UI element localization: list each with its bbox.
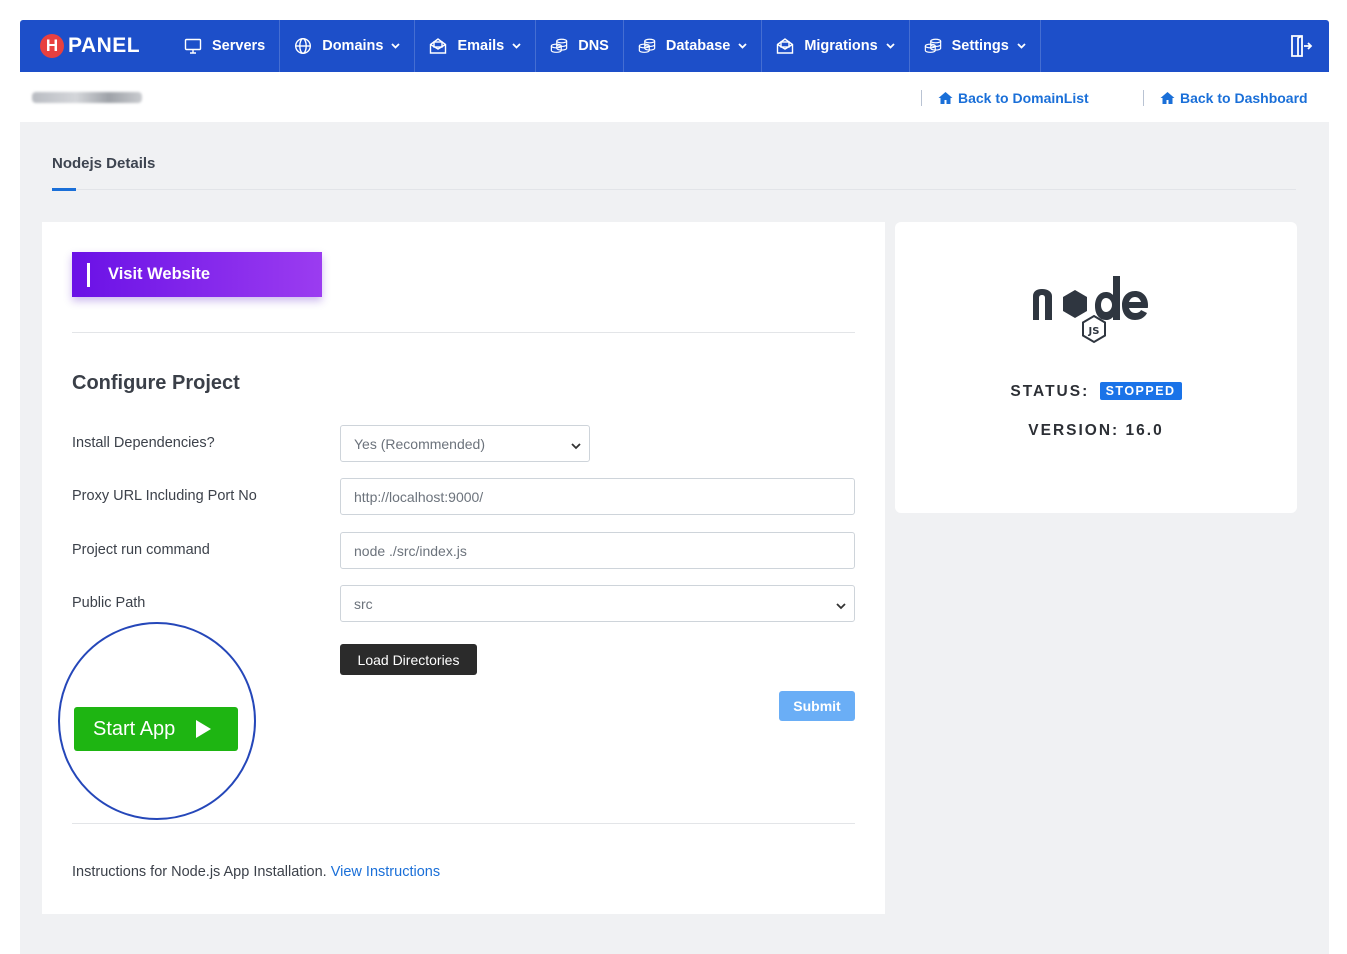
button-accent-bar	[87, 262, 90, 287]
install-dependencies-label: Install Dependencies?	[72, 435, 215, 451]
envelope-icon	[776, 37, 794, 55]
nav-dns-label: DNS	[578, 38, 609, 54]
start-app-label: Start App	[93, 717, 176, 740]
nav-emails[interactable]: Emails	[415, 20, 537, 72]
brand-name: PANEL	[68, 34, 141, 57]
home-icon	[1160, 91, 1175, 105]
brand-logo[interactable]: H PANEL	[20, 20, 170, 72]
nav-domains[interactable]: Domains	[280, 20, 416, 72]
nodejs-logo-icon: JS	[1031, 270, 1161, 352]
divider	[1143, 90, 1144, 106]
nav-domains-label: Domains	[322, 38, 384, 54]
database-stack-icon	[550, 37, 568, 55]
globe-icon	[294, 37, 312, 55]
tab-divider	[52, 189, 1296, 190]
home-icon	[938, 91, 953, 105]
public-path-select[interactable]: src	[340, 585, 855, 622]
version-row: VERSION: 16.0	[895, 422, 1297, 440]
divider	[921, 90, 922, 106]
chevron-down-icon	[738, 43, 747, 49]
nav-settings[interactable]: Settings	[910, 20, 1041, 72]
visit-website-label: Visit Website	[108, 265, 211, 283]
visit-website-button[interactable]: Visit Website	[72, 252, 322, 297]
project-run-command-label: Project run command	[72, 542, 210, 558]
domain-name-blurred	[32, 92, 142, 103]
svg-text:JS: JS	[1088, 326, 1100, 337]
top-navbar: H PANEL Servers Domains Emails DNS Datab…	[20, 20, 1329, 72]
start-app-button[interactable]: Start App	[74, 707, 238, 751]
public-path-label: Public Path	[72, 595, 146, 611]
back-to-domainlist-link[interactable]: Back to DomainList	[938, 90, 1089, 106]
install-dependencies-value: Yes (Recommended)	[354, 435, 485, 452]
status-row: STATUS: STOPPED	[895, 382, 1297, 401]
nav-servers-label: Servers	[212, 38, 266, 54]
proxy-url-input[interactable]: http://localhost:9000/	[340, 478, 855, 515]
load-directories-button[interactable]: Load Directories	[340, 644, 477, 675]
version-value: 16.0	[1125, 422, 1164, 439]
project-run-command-input[interactable]: node ./src/index.js	[340, 532, 855, 569]
proxy-url-value: http://localhost:9000/	[354, 488, 484, 505]
logout-icon[interactable]	[1289, 34, 1313, 58]
nav-settings-label: Settings	[951, 38, 1009, 54]
view-instructions-link[interactable]: View Instructions	[331, 864, 440, 880]
nav-database[interactable]: Database	[624, 20, 763, 72]
sub-header: Back to DomainList Back to Dashboard	[20, 72, 1329, 122]
chevron-down-icon	[886, 43, 895, 49]
chevron-down-icon	[571, 438, 581, 450]
database-stack-icon	[924, 37, 942, 55]
back-to-dashboard-label: Back to Dashboard	[1180, 90, 1308, 106]
chevron-down-icon	[512, 43, 521, 49]
nav-migrations-label: Migrations	[804, 38, 878, 54]
status-badge: STOPPED	[1099, 382, 1182, 400]
nav-database-label: Database	[665, 38, 731, 54]
brand-h-icon: H	[40, 34, 64, 58]
play-icon	[193, 719, 213, 739]
proxy-url-label: Proxy URL Including Port No	[72, 488, 257, 504]
instructions-label: Instructions for Node.js App Installatio…	[72, 864, 327, 880]
configure-project-title: Configure Project	[72, 372, 240, 394]
nav-migrations[interactable]: Migrations	[762, 20, 910, 72]
tab-active-indicator	[52, 188, 76, 191]
divider	[72, 332, 855, 333]
tab-nodejs-details[interactable]: Nodejs Details	[52, 155, 155, 172]
nav-servers[interactable]: Servers	[170, 20, 281, 72]
chevron-down-icon	[391, 43, 401, 49]
back-to-dashboard-link[interactable]: Back to Dashboard	[1160, 90, 1308, 106]
status-card: JS STATUS: STOPPED VERSION: 16.0	[895, 222, 1297, 513]
status-label: STATUS:	[1010, 383, 1090, 400]
install-dependencies-select[interactable]: Yes (Recommended)	[340, 425, 590, 462]
public-path-value: src	[354, 595, 373, 612]
main-content: Nodejs Details Visit Website Configure P…	[20, 122, 1329, 954]
nav-emails-label: Emails	[457, 38, 505, 54]
chevron-down-icon	[1017, 43, 1026, 49]
chevron-down-icon	[836, 598, 846, 610]
divider	[72, 823, 855, 824]
monitor-icon	[184, 37, 202, 55]
envelope-icon	[429, 37, 447, 55]
database-stack-icon	[638, 37, 656, 55]
nav-dns[interactable]: DNS	[536, 20, 624, 72]
project-run-command-value: node ./src/index.js	[354, 542, 467, 559]
version-label: VERSION:	[1028, 422, 1120, 439]
instructions-text: Instructions for Node.js App Installatio…	[72, 864, 440, 880]
submit-button[interactable]: Submit	[779, 691, 855, 721]
configure-card: Visit Website Configure Project Install …	[42, 222, 885, 914]
back-to-domainlist-label: Back to DomainList	[958, 90, 1089, 106]
